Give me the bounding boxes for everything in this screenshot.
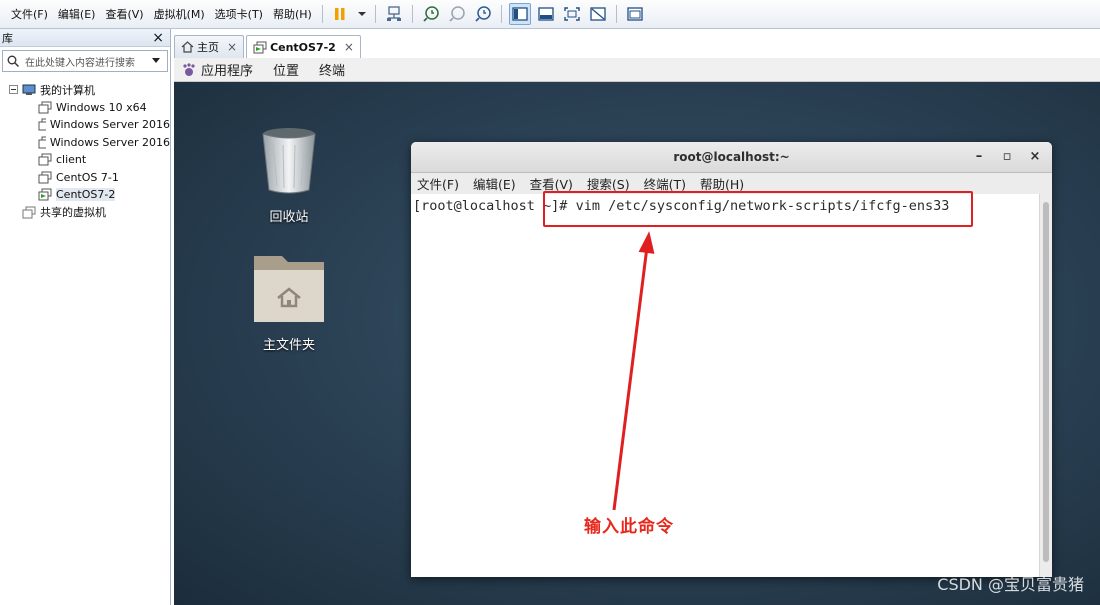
menu-help[interactable]: 帮助(H) xyxy=(268,6,317,22)
tab-centos7-2[interactable]: CentOS7-2 × xyxy=(246,35,361,58)
toolbar-separator xyxy=(615,5,617,23)
network-icon xyxy=(386,6,401,21)
library-close-button[interactable]: × xyxy=(152,30,164,46)
tree-item-shared-vms[interactable]: 共享的虚拟机 xyxy=(0,204,170,222)
terminal-scrollbar[interactable] xyxy=(1039,194,1052,577)
terminal-title: root@localhost:~ xyxy=(673,150,790,164)
maximize-button[interactable]: ▫ xyxy=(998,149,1016,164)
scrollbar-thumb[interactable] xyxy=(1043,202,1049,562)
search-input[interactable]: 在此处键入内容进行搜索 xyxy=(25,54,149,69)
library-header: 库 × xyxy=(0,29,170,47)
vm-icon xyxy=(38,118,46,131)
send-ctrl-alt-del-button[interactable] xyxy=(383,3,405,25)
tab-close-button[interactable]: × xyxy=(344,40,354,54)
minimize-button[interactable]: – xyxy=(970,149,988,164)
tree-item-vm[interactable]: CentOS 7-1 xyxy=(0,169,170,187)
close-button[interactable]: × xyxy=(1026,149,1044,164)
gnome-foot-icon xyxy=(183,62,195,76)
toolbar-separator xyxy=(500,5,502,23)
desktop-icon-home-folder[interactable]: 主文件夹 xyxy=(239,252,339,353)
show-thumbnail-bar-button[interactable] xyxy=(535,3,557,25)
tree-item-vm[interactable]: client xyxy=(0,151,170,169)
vmware-menubar: 文件(F) 编辑(E) 查看(V) 虚拟机(M) 选项卡(T) 帮助(H) xyxy=(0,0,1100,29)
fullscreen-button[interactable] xyxy=(561,3,583,25)
unity-icon xyxy=(590,7,606,21)
library-title: 库 xyxy=(2,31,13,45)
vm-icon xyxy=(38,153,52,166)
menu-edit[interactable]: 编辑(E) xyxy=(53,6,101,22)
revert-snapshot-icon xyxy=(449,6,465,22)
console-view-icon xyxy=(627,7,643,21)
shared-vm-icon xyxy=(22,206,36,219)
tree-item-vm[interactable]: Windows Server 2016 xyxy=(0,134,170,152)
chevron-down-icon[interactable] xyxy=(149,56,163,66)
collapse-icon[interactable] xyxy=(9,84,19,95)
tab-home[interactable]: 主页 × xyxy=(174,35,245,58)
terminal-titlebar[interactable]: root@localhost:~ – ▫ × xyxy=(411,142,1052,173)
vm-running-icon xyxy=(253,41,267,53)
snapshot-manager-button[interactable] xyxy=(472,3,494,25)
home-folder-icon xyxy=(254,256,324,322)
trash-icon xyxy=(262,128,316,194)
desktop-icon-trash[interactable]: 回收站 xyxy=(239,126,339,225)
fullscreen-icon xyxy=(564,7,580,21)
vm-icon xyxy=(38,171,52,184)
unity-mode-button[interactable] xyxy=(587,3,609,25)
pause-icon xyxy=(334,8,345,20)
console-view-button[interactable] xyxy=(624,3,646,25)
snapshot-manager-icon xyxy=(475,6,491,22)
search-icon xyxy=(7,55,19,67)
menu-vm[interactable]: 虚拟机(M) xyxy=(149,6,210,22)
terminal-menu-edit[interactable]: 编辑(E) xyxy=(473,174,516,193)
terminal-menu-file[interactable]: 文件(F) xyxy=(417,174,459,193)
snapshot-icon xyxy=(423,6,439,22)
vm-tree: 我的计算机 Windows 10 x64 Windows Server 2016… xyxy=(0,75,170,221)
thumbnail-view-icon xyxy=(538,7,554,21)
toolbar-separator xyxy=(411,5,413,23)
library-search-box[interactable]: 在此处键入内容进行搜索 xyxy=(2,50,168,72)
revert-snapshot-button[interactable] xyxy=(446,3,468,25)
power-dropdown-button[interactable] xyxy=(356,3,368,25)
toolbar-separator xyxy=(374,5,376,23)
home-icon xyxy=(181,41,194,53)
show-library-button[interactable] xyxy=(508,3,531,25)
terminal-app-menu[interactable]: 终端 xyxy=(319,60,345,79)
desktop-icon-label: 主文件夹 xyxy=(262,338,315,353)
vm-tabs: 主页 × CentOS7-2 × xyxy=(174,35,363,58)
tree-item-vm[interactable]: Windows 10 x64 xyxy=(0,99,170,117)
menu-view[interactable]: 查看(V) xyxy=(100,6,148,22)
csdn-watermark: CSDN @宝贝富贵猪 xyxy=(937,575,1084,594)
library-view-icon xyxy=(512,7,528,21)
tab-close-button[interactable]: × xyxy=(227,40,237,54)
tree-item-my-computer[interactable]: 我的计算机 xyxy=(0,81,170,99)
tree-item-vm-selected[interactable]: CentOS7-2 xyxy=(0,186,170,204)
menu-file[interactable]: 文件(F) xyxy=(6,6,53,22)
vm-running-icon xyxy=(38,188,52,201)
applications-menu[interactable]: 应用程序 xyxy=(182,60,253,79)
desktop-icon-label: 回收站 xyxy=(269,210,309,225)
chevron-down-icon xyxy=(357,12,366,16)
annotation-arrow xyxy=(612,231,655,511)
pause-button[interactable] xyxy=(330,3,352,25)
tree-item-vm[interactable]: Windows Server 2016 xyxy=(0,116,170,134)
vm-icon xyxy=(38,136,46,149)
library-panel: 库 × 在此处键入内容进行搜索 我的计算机 Windows 10 x64 Win… xyxy=(0,29,171,605)
toolbar-separator xyxy=(321,5,323,23)
places-menu[interactable]: 位置 xyxy=(273,60,299,79)
terminal-output[interactable]: [root@localhost ~]# vim /etc/sysconfig/n… xyxy=(411,194,1039,577)
gnome-top-bar: 应用程序 位置 终端 xyxy=(174,58,1100,82)
annotation-text: 输入此命令 xyxy=(584,517,674,537)
computer-icon xyxy=(22,84,36,95)
menu-tabs[interactable]: 选项卡(T) xyxy=(210,6,268,22)
snapshot-button[interactable] xyxy=(420,3,442,25)
annotation-highlight-box xyxy=(543,191,973,227)
vm-icon xyxy=(38,101,52,114)
